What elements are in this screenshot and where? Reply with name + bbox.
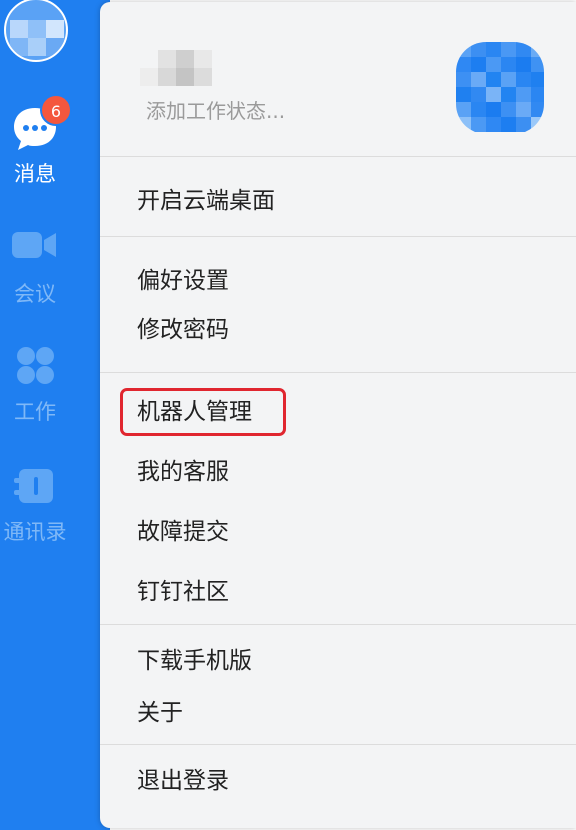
nav-label-contacts: 通讯录	[3, 520, 67, 544]
apps-grid-icon	[17, 347, 54, 384]
menu-item-preferences[interactable]: 偏好设置	[137, 266, 229, 296]
user-avatar[interactable]	[4, 0, 68, 62]
menu-divider	[100, 236, 576, 237]
menu-divider	[100, 744, 576, 745]
nav-label-work: 工作	[14, 400, 56, 424]
address-book-icon	[14, 469, 53, 503]
profile-header: 添加工作状态...	[100, 2, 576, 157]
nav-label-meetings: 会议	[14, 282, 56, 306]
menu-item-report-issue[interactable]: 故障提交	[137, 517, 229, 547]
nav-item-work[interactable]: 工作	[0, 346, 70, 426]
menu-item-customer-service[interactable]: 我的客服	[137, 457, 229, 487]
menu-item-community[interactable]: 钉钉社区	[137, 577, 229, 607]
profile-avatar[interactable]	[456, 42, 544, 134]
menu-item-logout[interactable]: 退出登录	[137, 766, 229, 796]
nav-label-messages: 消息	[14, 162, 56, 186]
menu-divider	[100, 156, 576, 157]
menu-item-robot-management[interactable]: 机器人管理	[137, 397, 252, 427]
menu-divider	[100, 372, 576, 373]
menu-item-about[interactable]: 关于	[137, 698, 183, 728]
video-camera-icon	[12, 232, 56, 258]
menu-item-download-mobile[interactable]: 下载手机版	[137, 646, 252, 676]
user-name	[140, 50, 212, 86]
menu-item-change-password[interactable]: 修改密码	[137, 315, 229, 345]
nav-item-meetings[interactable]: 会议	[0, 228, 70, 308]
work-status-input[interactable]: 添加工作状态...	[146, 95, 285, 124]
unread-badge: 6	[40, 94, 72, 126]
nav-item-contacts[interactable]: 通讯录	[0, 466, 70, 546]
menu-item-cloud-desktop[interactable]: 开启云端桌面	[137, 186, 275, 216]
sidebar: 消息 6 会议 工作 通讯录	[0, 0, 110, 830]
menu-divider	[100, 624, 576, 625]
profile-menu: 添加工作状态... 开启云端桌面 偏好设置 修改密码 机器人管理 我的客服 故障…	[100, 2, 576, 828]
